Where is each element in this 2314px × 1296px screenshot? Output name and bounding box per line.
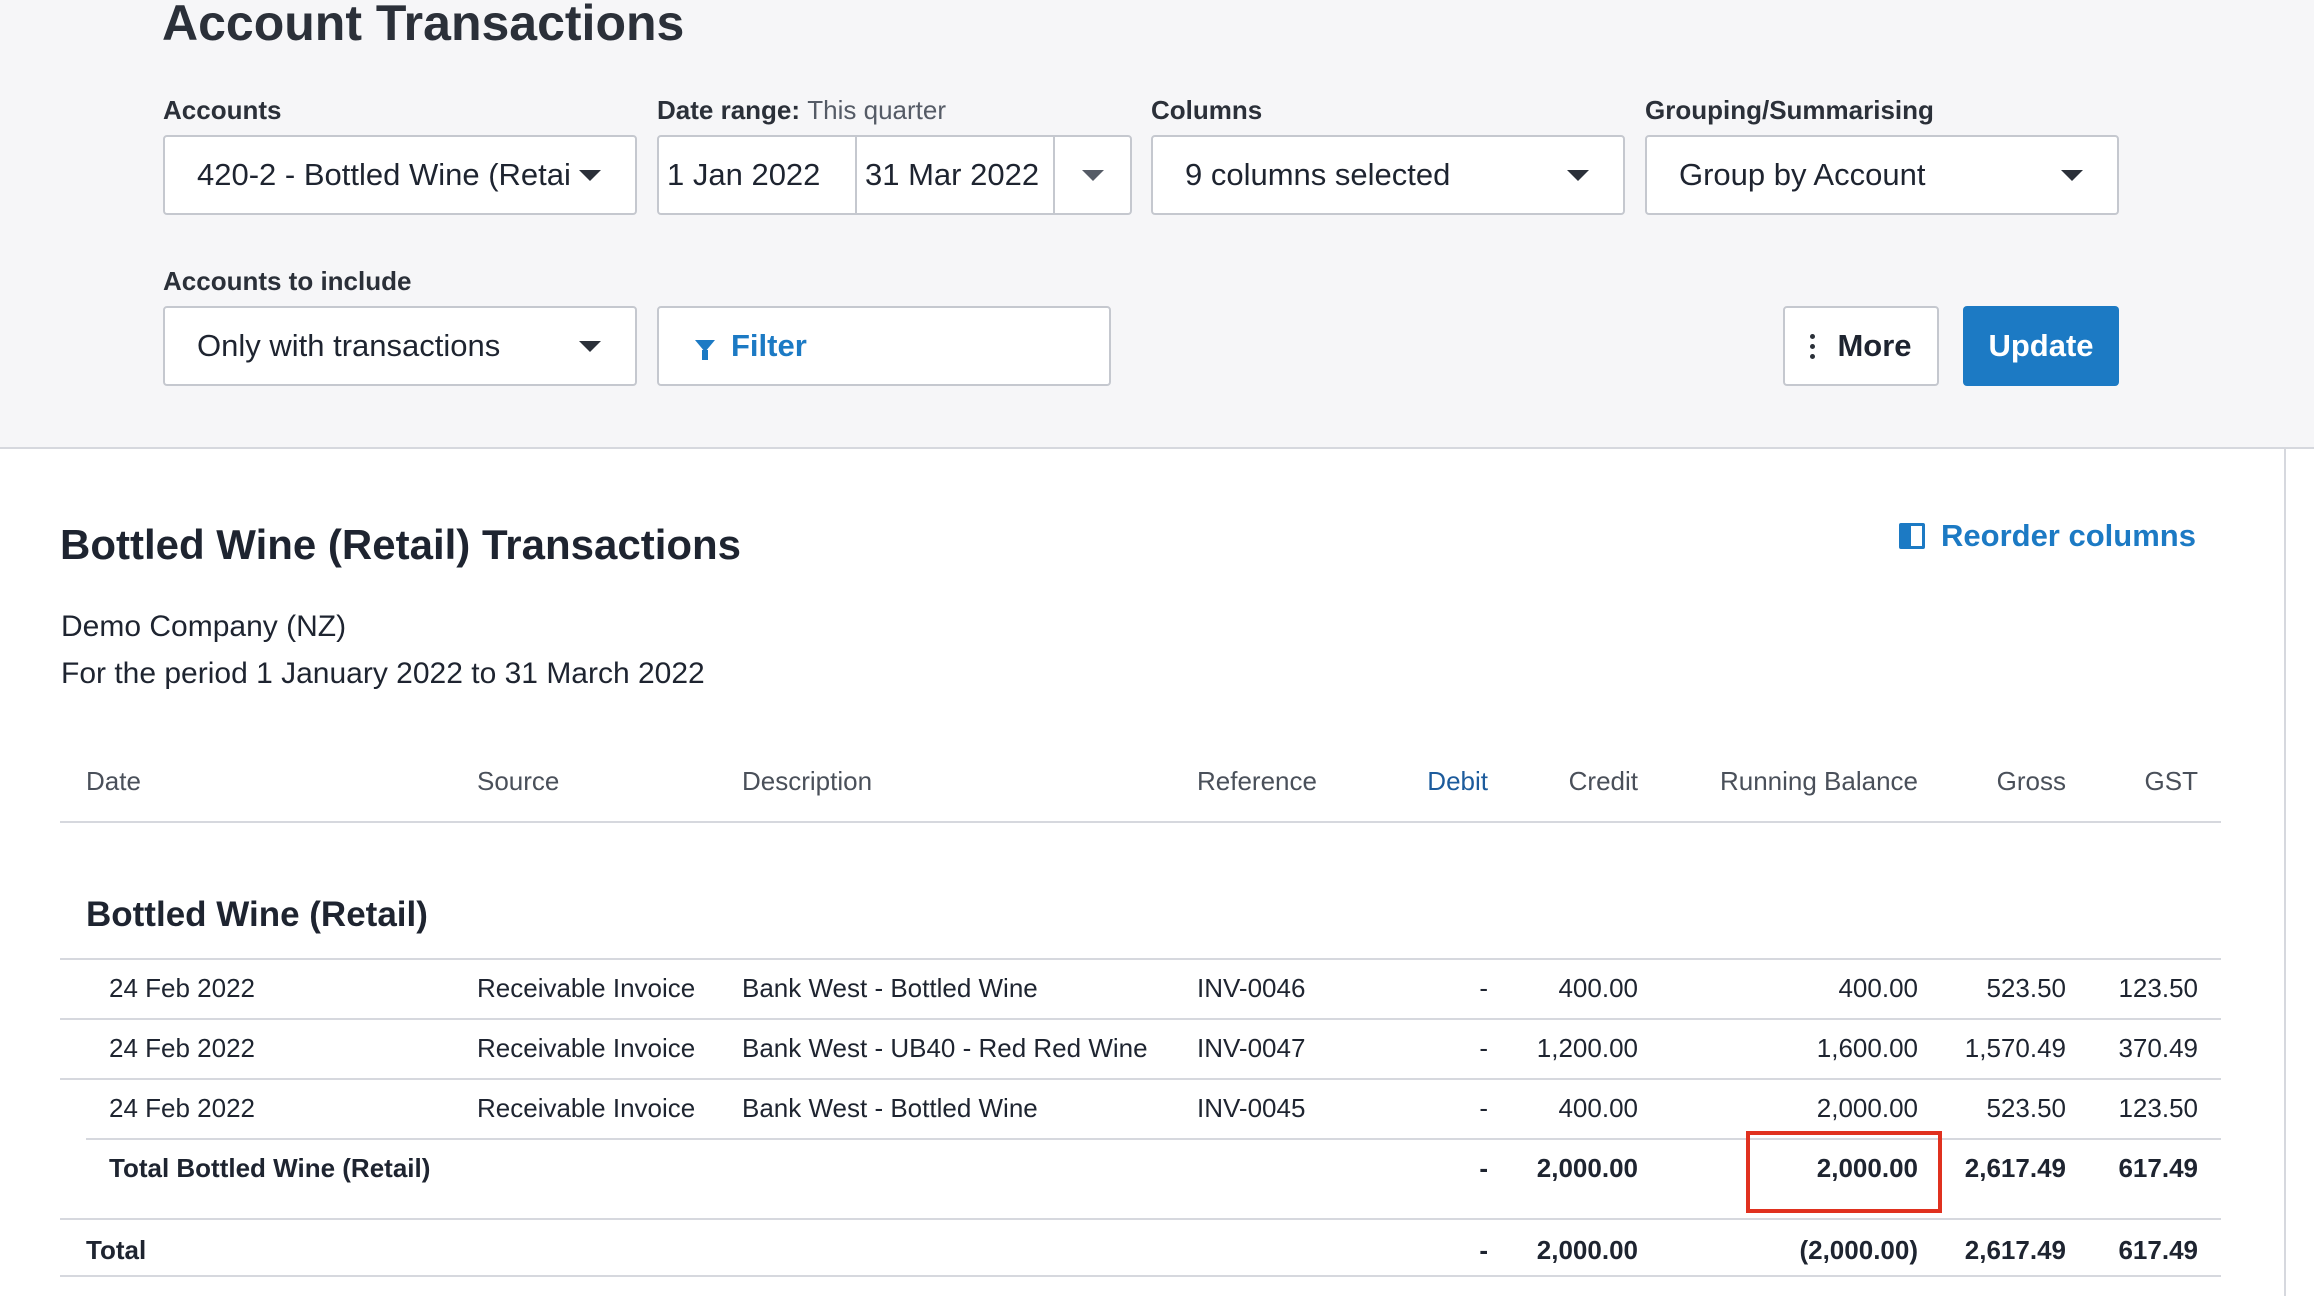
row-gross: 523.50 [1986,973,2066,1003]
row-date: 24 Feb 2022 [109,1093,256,1123]
grouping-label: Grouping/Summarising [1645,95,1934,125]
row-date: 24 Feb 2022 [109,973,256,1003]
subtotal-gst: 617.49 [2118,1153,2198,1183]
reorder-columns-label: Reorder columns [1941,518,2196,553]
column-header-credit[interactable]: Credit [1478,766,1638,797]
row-credit: 400.00 [1558,973,1638,1003]
column-header-running-balance[interactable]: Running Balance [1668,766,1918,797]
report-period: For the period 1 January 2022 to 31 Marc… [61,657,705,690]
start-date-input[interactable]: 1 Jan 2022 [659,137,857,213]
row-reference: INV-0047 [1197,1033,1306,1063]
column-header-gross[interactable]: Gross [1928,766,2066,797]
columns-label: Columns [1151,95,1263,125]
more-button[interactable]: More [1783,306,1939,386]
section-divider [60,958,2221,960]
subtotal-gross: 2,617.49 [1964,1153,2066,1183]
row-gross: 523.50 [1986,1093,2066,1123]
vertical-dots-icon [1810,333,1816,359]
chevron-down-icon [1081,169,1104,181]
column-header-source[interactable]: Source [477,766,559,797]
row-description: Bank West - Bottled Wine [742,1093,1038,1123]
date-range-dropdown[interactable] [1055,137,1130,213]
total-gross: 2,617.49 [1964,1235,2066,1265]
report-title: Bottled Wine (Retail) Transactions [60,521,742,568]
row-gross: 1,570.49 [1964,1033,2066,1063]
accounts-select[interactable]: 420-2 - Bottled Wine (Retai [163,135,637,215]
filter-button-label: Filter [731,328,807,363]
chevron-down-icon [2061,169,2083,181]
row-running-balance: 400.00 [1838,973,1918,1003]
header-divider [60,821,2221,823]
row-running-balance: 1,600.00 [1816,1033,1918,1063]
total-divider [60,1275,2221,1277]
accounts-select-value: 420-2 - Bottled Wine (Retai [197,157,571,192]
row-reference: INV-0046 [1197,973,1306,1003]
filter-button[interactable]: Filter [657,306,1111,386]
column-header-description[interactable]: Description [742,766,872,797]
grouping-select-value: Group by Account [1679,157,1926,192]
more-button-label: More [1837,328,1912,363]
row-source[interactable]: Receivable Invoice [477,1093,695,1124]
row-credit: 1,200.00 [1536,1033,1638,1063]
row-description: Bank West - Bottled Wine [742,973,1038,1003]
accounts-label: Accounts [163,95,282,125]
row-gst: 123.50 [2118,1093,2198,1123]
chevron-down-icon [579,169,601,181]
row-source[interactable]: Receivable Invoice [477,973,695,1004]
accounts-to-include-label: Accounts to include [163,266,412,296]
row-source[interactable]: Receivable Invoice [477,1033,695,1064]
total-label: Total [86,1235,147,1265]
reorder-columns-button[interactable]: Reorder columns [1899,518,2196,554]
subtotal-label: Total Bottled Wine (Retail) [109,1153,431,1183]
row-gst: 370.49 [2118,1033,2198,1063]
row-running-balance: 2,000.00 [1816,1093,1918,1123]
update-button[interactable]: Update [1963,306,2119,386]
chevron-down-icon [579,340,601,352]
date-range-label: Date range: This quarter [657,95,946,126]
page-title: Account Transactions [162,0,685,51]
row-divider [60,1018,2221,1020]
row-divider [60,1078,2221,1080]
row-credit: 400.00 [1558,1093,1638,1123]
company-name: Demo Company (NZ) [61,610,347,643]
columns-select[interactable]: 9 columns selected [1151,135,1625,215]
total-gst: 617.49 [2118,1235,2198,1265]
row-gst: 123.50 [2118,973,2198,1003]
date-range-label-text: Date range: [657,95,801,125]
highlight-box [1746,1131,1942,1213]
column-header-gst[interactable]: GST [2098,766,2198,797]
chevron-down-icon [1567,169,1589,181]
subtotal-divider [60,1218,2221,1220]
row-description: Bank West - UB40 - Red Red Wine [742,1033,1148,1063]
row-reference: INV-0045 [1197,1093,1306,1123]
funnel-icon [695,340,715,360]
column-header-reference[interactable]: Reference [1197,766,1317,797]
total-credit: 2,000.00 [1536,1235,1638,1265]
columns-icon [1899,523,1925,549]
column-header-date[interactable]: Date [86,766,141,797]
accounts-to-include-value: Only with transactions [197,328,501,363]
total-running-balance: (2,000.00) [1799,1235,1918,1265]
column-header-debit[interactable]: Debit [1388,766,1488,797]
subtotal-credit: 2,000.00 [1536,1153,1638,1183]
section-title: Bottled Wine (Retail) [86,895,428,934]
accounts-to-include-select[interactable]: Only with transactions [163,306,637,386]
date-range-picker: 1 Jan 2022 31 Mar 2022 [657,135,1132,215]
row-date: 24 Feb 2022 [109,1033,256,1063]
columns-select-value: 9 columns selected [1185,157,1451,192]
grouping-select[interactable]: Group by Account [1645,135,2119,215]
date-range-value: This quarter [807,95,947,125]
end-date-input[interactable]: 31 Mar 2022 [857,137,1055,213]
